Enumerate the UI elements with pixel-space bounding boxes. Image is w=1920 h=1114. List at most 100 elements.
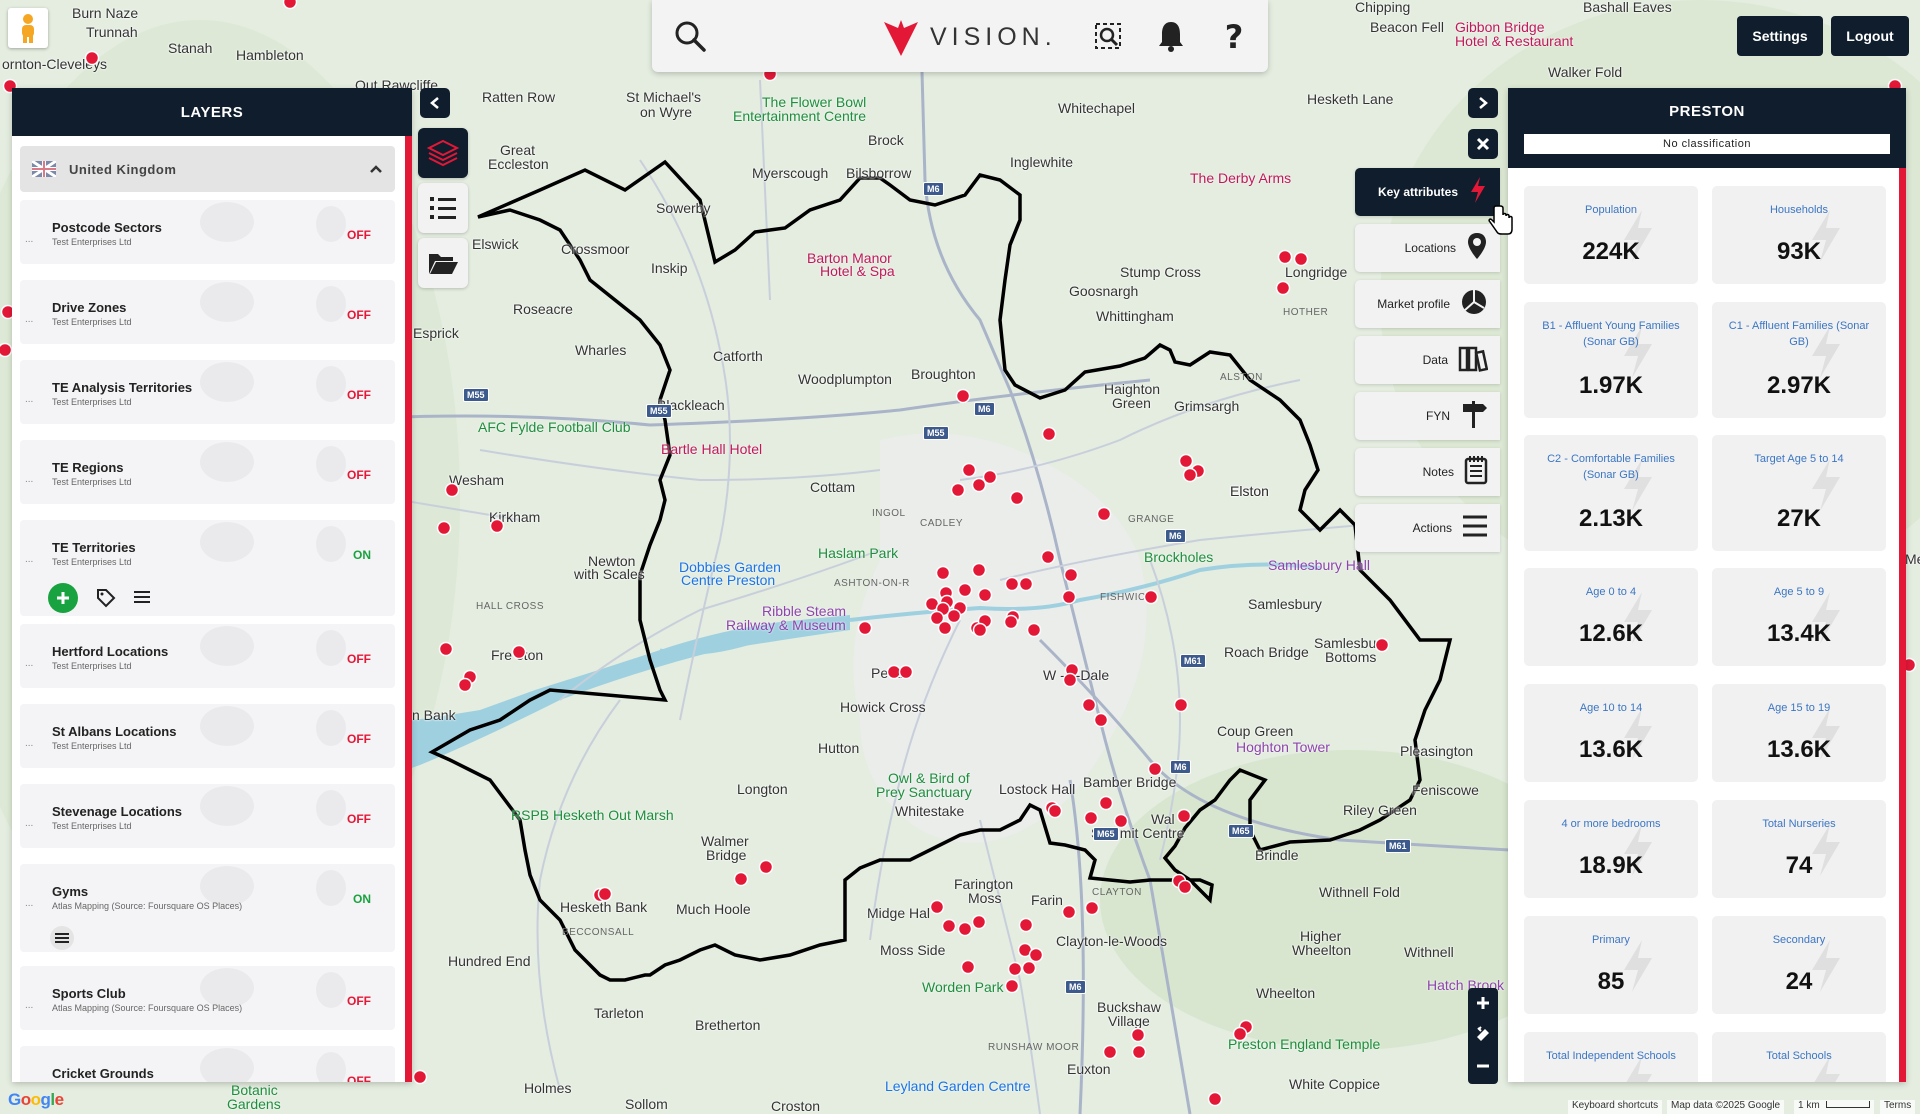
- map-poi-label[interactable]: Centre Preston: [681, 573, 775, 588]
- drag-handle-icon[interactable]: ...: [25, 554, 33, 565]
- tag-icon[interactable]: [96, 588, 116, 613]
- stat-card[interactable]: Target Age 5 to 14 27K: [1712, 435, 1886, 551]
- stat-card[interactable]: Primary 85: [1524, 916, 1698, 1014]
- tab-notes[interactable]: Notes: [1355, 448, 1500, 496]
- map-poi-label[interactable]: The Derby Arms: [1190, 171, 1291, 186]
- tab-key-attributes[interactable]: Key attributes: [1355, 168, 1500, 216]
- tab-fyn[interactable]: FYN: [1355, 392, 1500, 440]
- zoom-out-button[interactable]: [1468, 1048, 1498, 1084]
- layers-tool-button[interactable]: [418, 128, 468, 178]
- tab-market-profile[interactable]: Market profile: [1355, 280, 1500, 328]
- stat-card[interactable]: Age 10 to 14 13.6K: [1524, 684, 1698, 782]
- layer-toggle[interactable]: OFF: [347, 1074, 371, 1082]
- image-search-icon[interactable]: [1088, 16, 1128, 56]
- layer-toggle[interactable]: OFF: [347, 994, 371, 1008]
- help-icon[interactable]: ?: [1214, 16, 1254, 56]
- panel-scrollbar[interactable]: [1899, 168, 1906, 1082]
- close-panel-button[interactable]: [1468, 129, 1498, 159]
- drag-handle-icon[interactable]: ...: [25, 394, 33, 405]
- drag-handle-icon[interactable]: ...: [25, 1080, 33, 1082]
- drag-handle-icon[interactable]: ...: [25, 898, 33, 909]
- layer-item-cricket-grounds[interactable]: ... Cricket Grounds OFF: [20, 1046, 395, 1082]
- stat-card[interactable]: C1 - Affluent Families (Sonar GB) 2.97K: [1712, 302, 1886, 418]
- list-tool-button[interactable]: [418, 183, 468, 233]
- open-folder-tool-button[interactable]: [418, 238, 468, 288]
- map-poi-label[interactable]: Leyland Garden Centre: [885, 1079, 1031, 1094]
- street-view-pegman-icon[interactable]: [8, 8, 48, 48]
- drag-handle-icon[interactable]: ...: [25, 1000, 33, 1011]
- map-poi-label[interactable]: Bartle Hall Hotel: [661, 442, 762, 457]
- tab-actions[interactable]: Actions: [1355, 504, 1500, 552]
- tab-locations[interactable]: Locations: [1355, 224, 1500, 272]
- stat-card[interactable]: Population 224K: [1524, 186, 1698, 284]
- add-icon[interactable]: [48, 583, 78, 613]
- layer-toggle[interactable]: OFF: [347, 652, 371, 666]
- layer-toggle[interactable]: OFF: [347, 388, 371, 402]
- stat-card[interactable]: Households 93K: [1712, 186, 1886, 284]
- stat-card[interactable]: Total Independent Schools: [1524, 1032, 1698, 1082]
- map-poi-label[interactable]: Worden Park: [922, 980, 1003, 995]
- layer-item-hertford-locations[interactable]: ... Hertford Locations Test Enterprises Lt…: [20, 624, 395, 688]
- bell-icon[interactable]: [1151, 16, 1191, 56]
- map-poi-label[interactable]: Entertainment Centre: [733, 109, 866, 124]
- map-poi-label[interactable]: Preston England Temple: [1228, 1037, 1380, 1052]
- layer-item-gyms[interactable]: ... Gyms Atlas Mapping (Source: Foursquare…: [20, 864, 395, 952]
- layer-item-postcode-sectors[interactable]: ... Postcode Sectors Test Enterprises Ltd O…: [20, 200, 395, 264]
- layer-item-drive-zones[interactable]: ... Drive Zones Test Enterprises Ltd OFF: [20, 280, 395, 344]
- country-selector[interactable]: United Kingdom: [20, 146, 395, 192]
- tab-data[interactable]: Data: [1355, 336, 1500, 384]
- map-poi-label[interactable]: Railway & Museum: [726, 618, 846, 633]
- map-poi-label[interactable]: AFC Fylde Football Club: [478, 420, 631, 435]
- stat-card[interactable]: Total Nurseries 74: [1712, 800, 1886, 898]
- map-poi-label[interactable]: Hotel & Spa: [820, 264, 895, 279]
- map-poi-label[interactable]: Hotel & Restaurant: [1455, 34, 1573, 49]
- search-icon[interactable]: [670, 16, 710, 56]
- logout-button[interactable]: Logout: [1831, 16, 1909, 56]
- stat-card[interactable]: Age 5 to 9 13.4K: [1712, 568, 1886, 666]
- collapse-left-panel-button[interactable]: [420, 88, 450, 118]
- drag-handle-icon[interactable]: ...: [25, 658, 33, 669]
- map-scale[interactable]: 1 km: [1794, 1100, 1875, 1114]
- stat-card[interactable]: Total Schools: [1712, 1032, 1886, 1082]
- layer-toggle[interactable]: ON: [353, 548, 371, 562]
- stat-card[interactable]: B1 - Affluent Young Families (Sonar GB) 1…: [1524, 302, 1698, 418]
- map-poi-label[interactable]: Haslam Park: [818, 546, 898, 561]
- stat-card[interactable]: Age 0 to 4 12.6K: [1524, 568, 1698, 666]
- settings-button[interactable]: Settings: [1737, 16, 1823, 56]
- layer-item-te-analysis-territories[interactable]: ... TE Analysis Territories Test Enterpris…: [20, 360, 395, 424]
- layer-toggle[interactable]: OFF: [347, 812, 371, 826]
- measure-tool-button[interactable]: [1468, 1018, 1498, 1048]
- zoom-in-button[interactable]: [1468, 988, 1498, 1018]
- drag-handle-icon[interactable]: ...: [25, 234, 33, 245]
- map-poi-label[interactable]: Samlesbury Hall: [1268, 558, 1370, 573]
- layer-toggle[interactable]: OFF: [347, 732, 371, 746]
- layer-item-stevenage-locations[interactable]: ... Stevenage Locations Test Enterprises L…: [20, 784, 395, 848]
- drag-handle-icon[interactable]: ...: [25, 314, 33, 325]
- stat-card[interactable]: 4 or more bedrooms 18.9K: [1524, 800, 1698, 898]
- map-poi-label[interactable]: Gardens: [227, 1097, 281, 1112]
- map-poi-label[interactable]: Prey Sanctuary: [876, 785, 972, 800]
- layer-toggle[interactable]: OFF: [347, 228, 371, 242]
- panel-scrollbar[interactable]: [405, 136, 412, 1082]
- layer-toggle[interactable]: OFF: [347, 308, 371, 322]
- layer-toggle[interactable]: OFF: [347, 468, 371, 482]
- menu-icon[interactable]: [133, 590, 151, 609]
- chevron-up-icon[interactable]: [369, 164, 383, 174]
- layer-item-te-territories[interactable]: ... TE Territories Test Enterprises Ltd ON: [20, 520, 395, 616]
- map-poi-label[interactable]: Brockholes: [1144, 550, 1213, 565]
- layer-toggle[interactable]: ON: [353, 892, 371, 906]
- menu-icon[interactable]: [50, 926, 74, 950]
- terms-link[interactable]: Terms: [1880, 1100, 1916, 1114]
- keyboard-shortcuts-link[interactable]: Keyboard shortcuts: [1568, 1100, 1663, 1114]
- stat-card[interactable]: C2 - Comfortable Families (Sonar GB) 2.13…: [1524, 435, 1698, 551]
- stat-card[interactable]: Age 15 to 19 13.6K: [1712, 684, 1886, 782]
- drag-handle-icon[interactable]: ...: [25, 474, 33, 485]
- drag-handle-icon[interactable]: ...: [25, 738, 33, 749]
- drag-handle-icon[interactable]: ...: [25, 818, 33, 829]
- layer-item-te-regions[interactable]: ... TE Regions Test Enterprises Ltd OFF: [20, 440, 395, 504]
- layer-item-st-albans-locations[interactable]: ... St Albans Locations Test Enterprises L…: [20, 704, 395, 768]
- map-poi-label[interactable]: Hoghton Tower: [1236, 740, 1330, 755]
- collapse-right-panel-button[interactable]: [1468, 88, 1498, 118]
- stat-card[interactable]: Secondary 24: [1712, 916, 1886, 1014]
- map-poi-label[interactable]: RSPB Hesketh Out Marsh: [511, 808, 674, 823]
